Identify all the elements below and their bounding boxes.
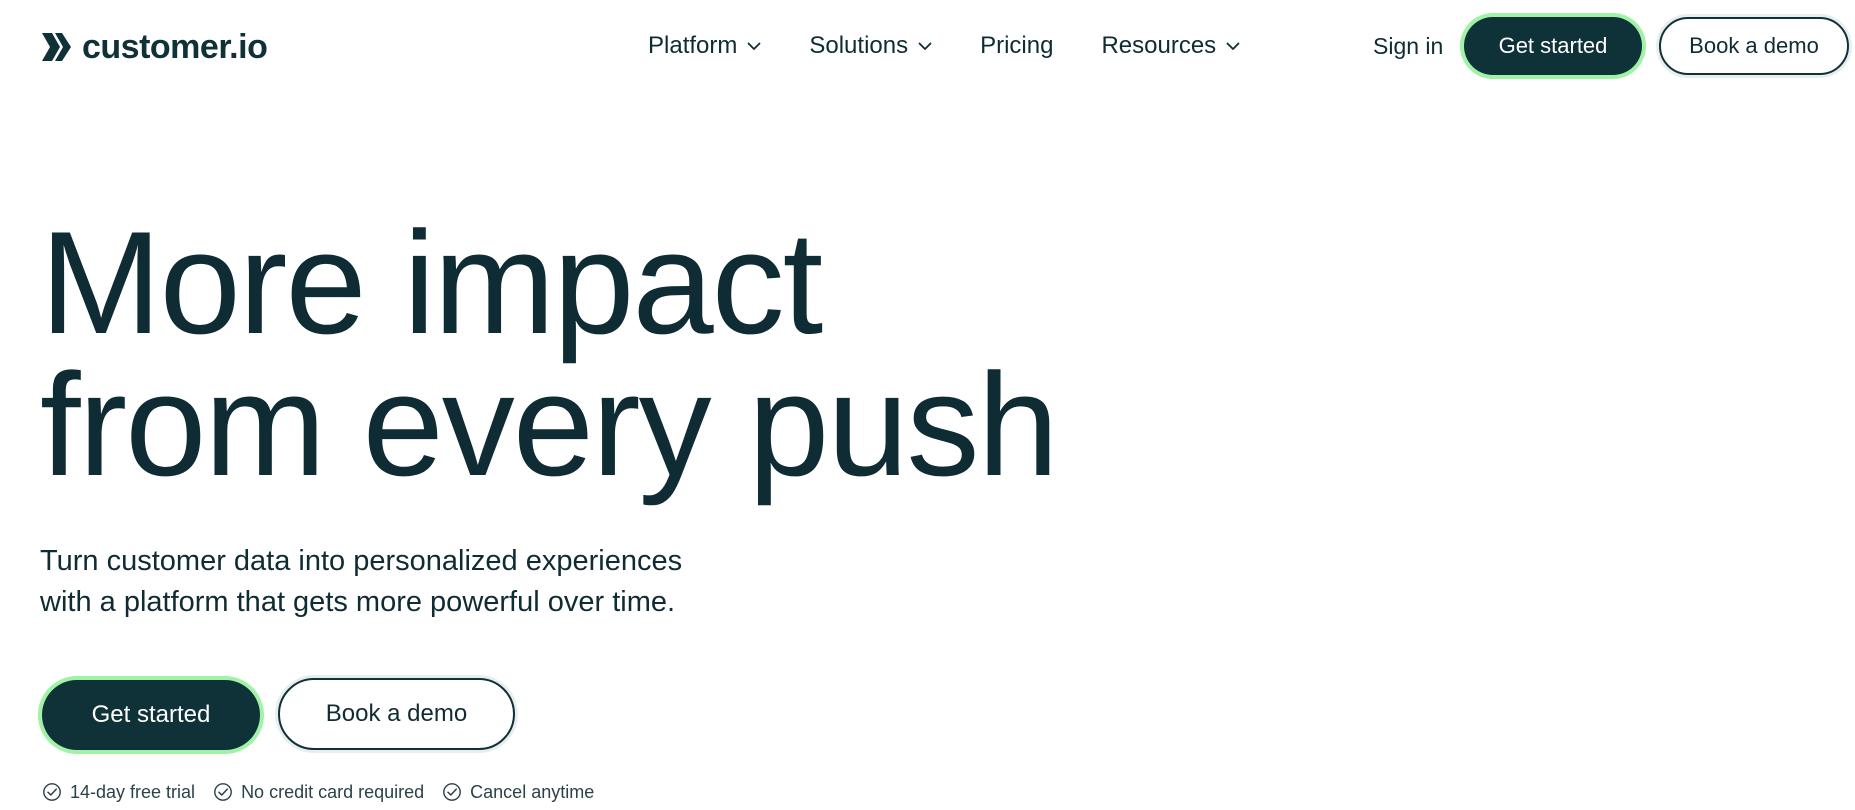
nav-get-started-button[interactable]: Get started	[1464, 17, 1642, 75]
hero-title: More impact from every push	[40, 201, 1240, 506]
logo-link[interactable]: customer.io	[40, 27, 268, 67]
check-circle-icon	[43, 783, 61, 801]
perk-item: No credit card required	[213, 782, 424, 803]
nav-item-resources[interactable]: Resources	[1101, 32, 1240, 60]
nav-book-demo-button[interactable]: Book a demo	[1659, 17, 1849, 75]
nav-item-label: Platform	[648, 32, 738, 59]
main-menu: Platform Solutions Pricing Resources	[648, 26, 1288, 66]
perk-item: Cancel anytime	[442, 782, 594, 803]
chevron-down-icon	[918, 42, 932, 50]
perk-label: Cancel anytime	[470, 781, 595, 802]
perk-label: 14-day free trial	[70, 781, 196, 802]
chevron-down-icon	[1226, 42, 1240, 50]
perk-item: 14-day free trial	[42, 782, 195, 803]
nav-item-label: Resources	[1101, 32, 1217, 59]
sign-in-link[interactable]: Sign in	[1373, 33, 1443, 60]
hero-subtitle: Turn customer data into personalized exp…	[40, 541, 800, 623]
nav-item-label: Pricing	[980, 32, 1054, 59]
nav-item-solutions[interactable]: Solutions	[809, 32, 932, 60]
chevron-down-icon	[747, 42, 761, 50]
hero-subtitle-line: Turn customer data into personalized exp…	[40, 545, 683, 577]
hero-title-line: More impact	[40, 201, 823, 364]
check-circle-icon	[214, 783, 232, 801]
nav-item-pricing[interactable]: Pricing	[980, 32, 1053, 60]
logo-wordmark: customer.io	[82, 28, 268, 66]
hero-book-demo-button[interactable]: Book a demo	[278, 678, 515, 750]
hero-title-line: from every push	[40, 343, 1059, 506]
nav-item-platform[interactable]: Platform	[648, 32, 761, 60]
page: customer.io Platform Solutions Pricing R…	[0, 0, 1855, 810]
perks-list: 14-day free trial No credit card require…	[42, 780, 594, 804]
perk-label: No credit card required	[241, 781, 425, 802]
hero-subtitle-line: with a platform that gets more powerful …	[40, 586, 676, 618]
top-nav: customer.io Platform Solutions Pricing R…	[0, 0, 1855, 92]
check-circle-icon	[443, 783, 462, 801]
double-chevron-logo-icon	[42, 33, 71, 61]
nav-item-label: Solutions	[809, 32, 909, 59]
hero-get-started-button[interactable]: Get started	[42, 680, 260, 750]
